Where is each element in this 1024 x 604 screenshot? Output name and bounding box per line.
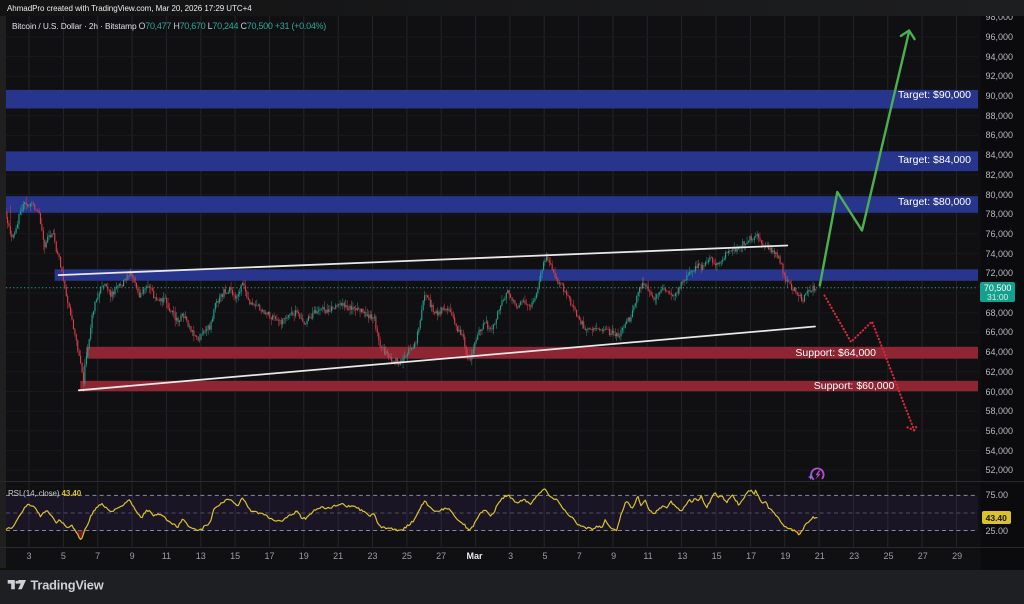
svg-text:TradingView: TradingView (31, 577, 104, 592)
